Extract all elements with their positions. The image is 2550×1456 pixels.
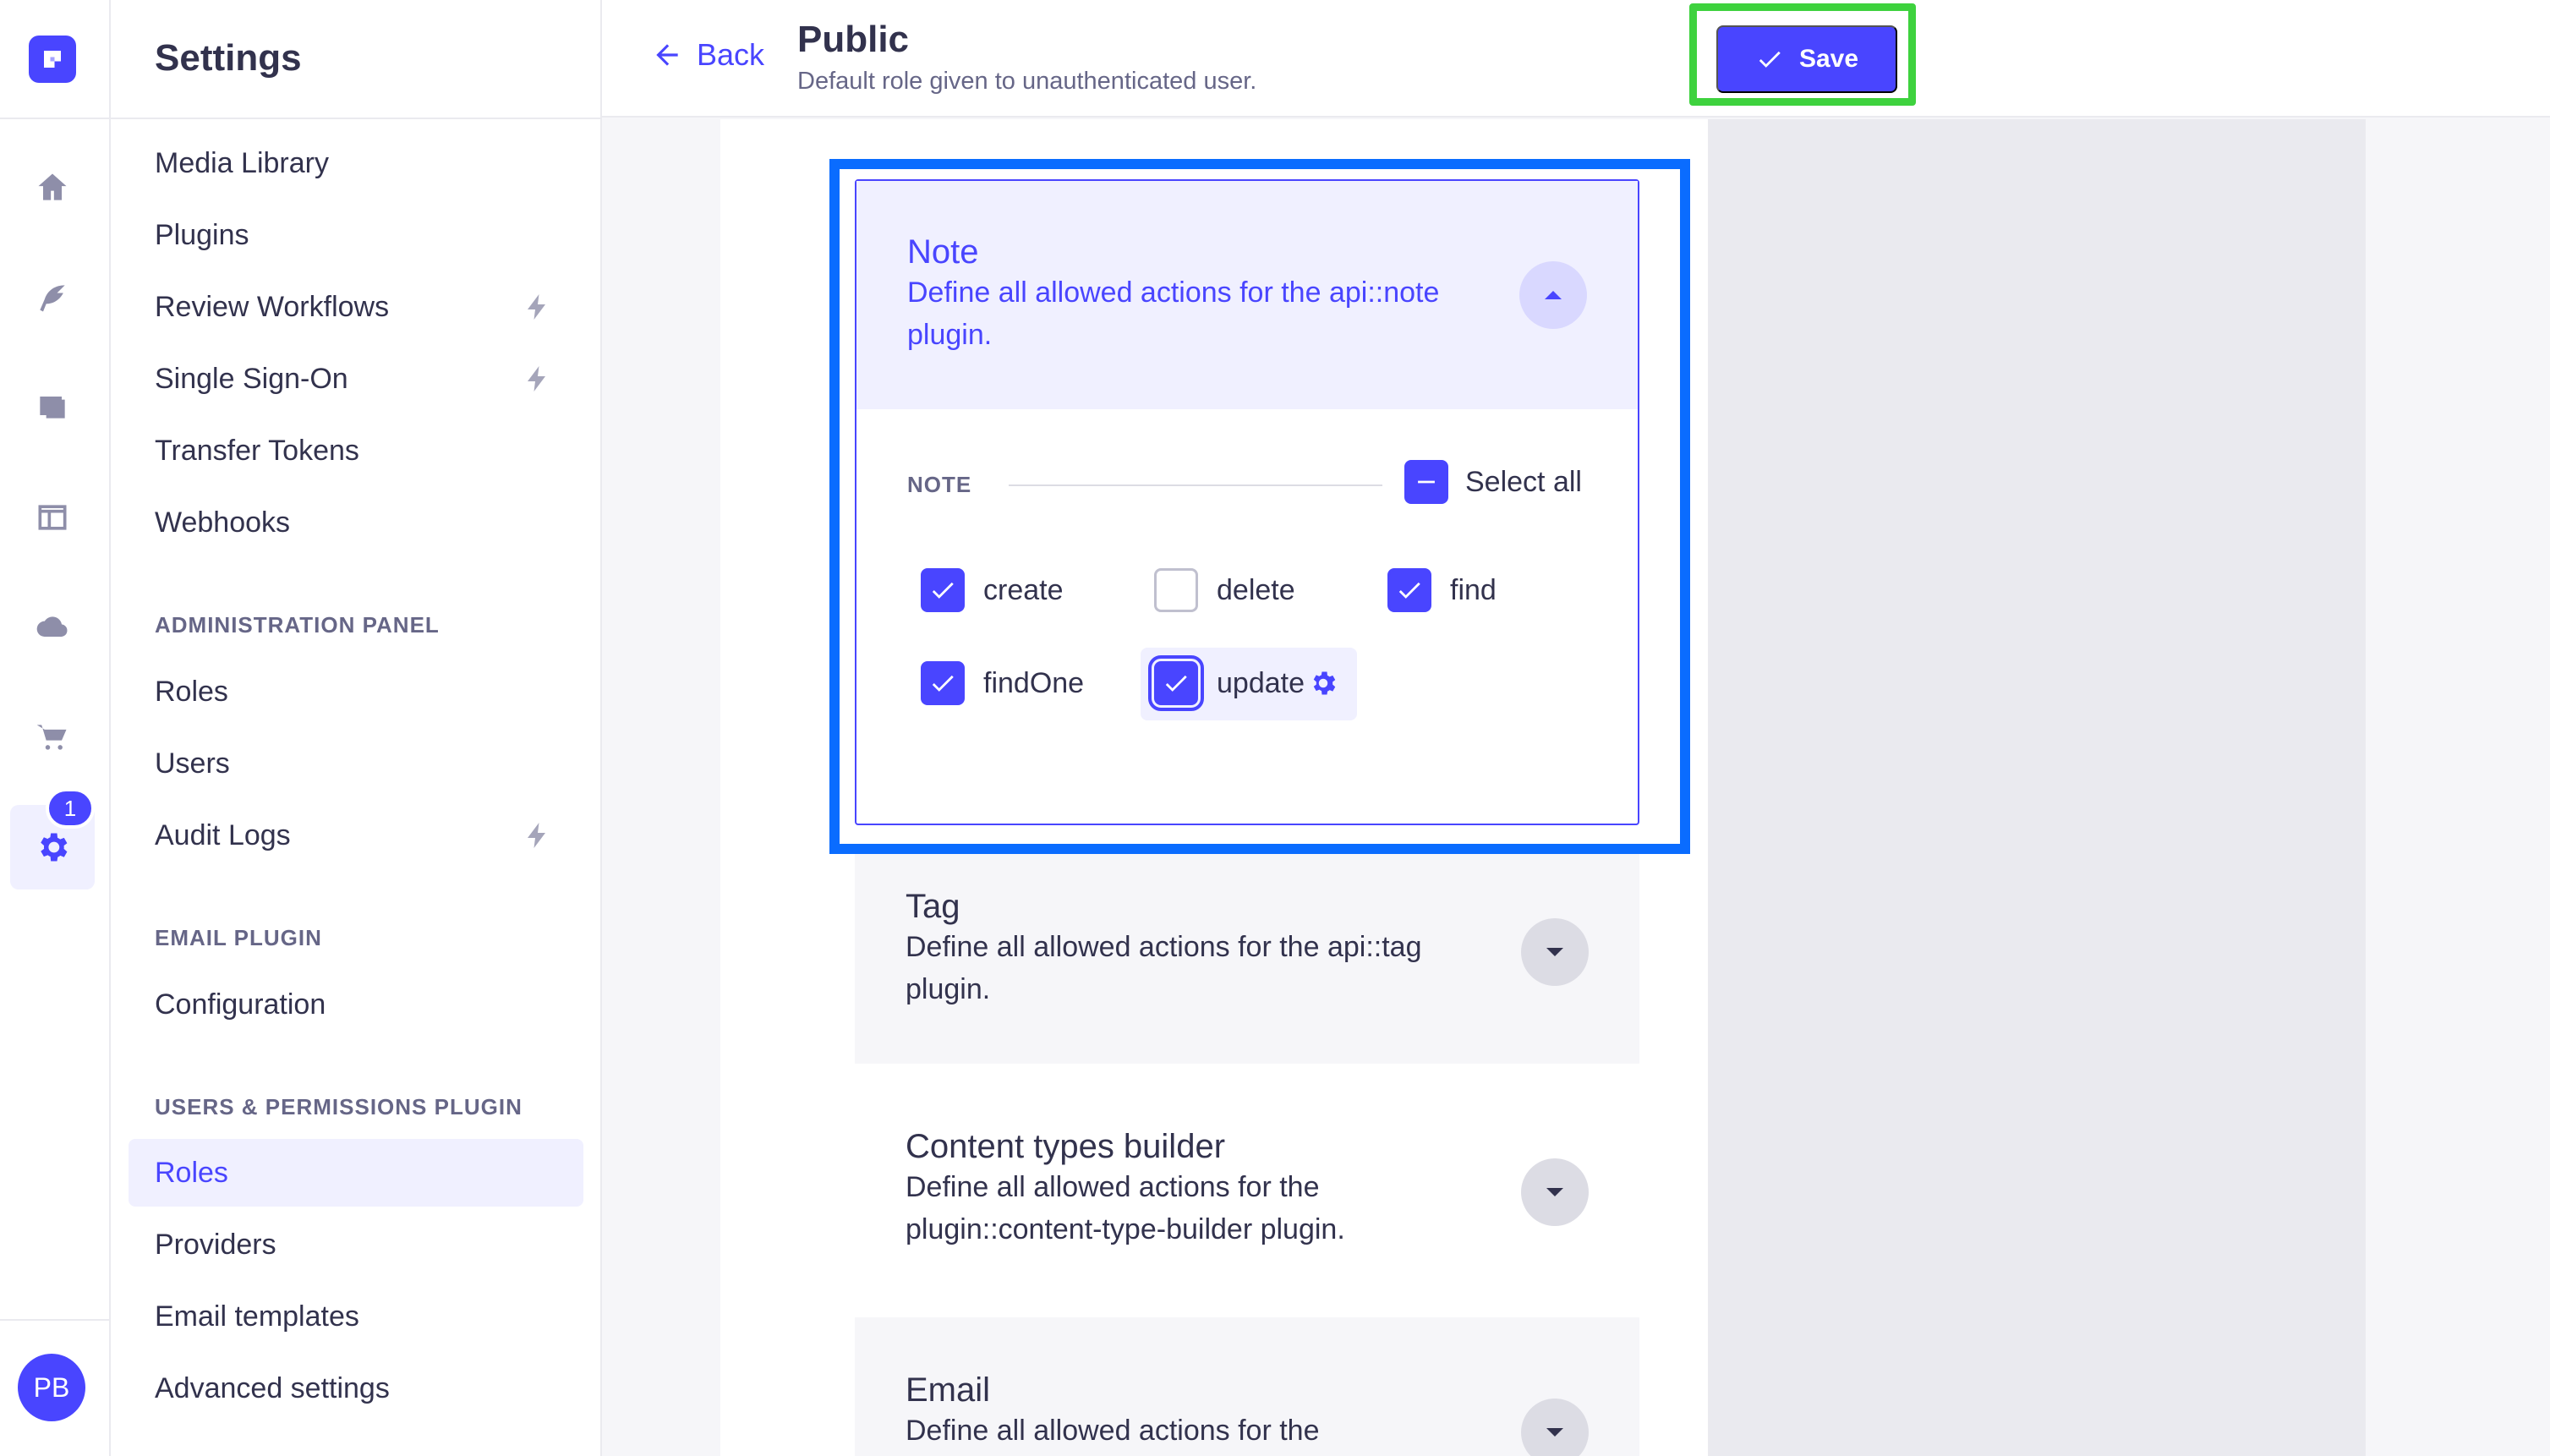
accordion-note-description: Define all allowed actions for the api::…	[907, 276, 1440, 351]
sub-nav-title: Settings	[155, 37, 302, 79]
cog-icon	[1313, 671, 1336, 695]
accordion-tag-header[interactable]: Tag Define all allowed actions for the a…	[855, 854, 1639, 1010]
select-all-label: Select all	[1465, 465, 1582, 498]
note-section-label: NOTE	[907, 472, 972, 497]
nav-up-roles[interactable]: Roles	[129, 1139, 583, 1207]
checkbox-empty-icon[interactable]	[1154, 568, 1198, 612]
section-users-permissions-plugin: USERS & PERMISSIONS PLUGIN	[155, 1094, 523, 1119]
media-icon[interactable]	[10, 364, 95, 448]
nav-single-sign-on[interactable]: Single Sign-On	[129, 345, 583, 413]
nav-admin-roles[interactable]: Roles	[129, 658, 583, 725]
rail-bottom-divider	[0, 1319, 111, 1321]
accordion-email-title: Email	[906, 1371, 991, 1409]
page-title: Public	[797, 19, 910, 60]
check-icon	[1759, 51, 1781, 68]
accordion-ctb-description: Define all allowed actions for the plugi…	[906, 1171, 1345, 1245]
accordion-tag[interactable]: Tag Define all allowed actions for the a…	[855, 854, 1639, 1064]
lightning-icon	[523, 820, 553, 851]
cart-icon[interactable]	[10, 695, 95, 780]
arrow-left-icon	[656, 44, 678, 66]
nav-admin-users[interactable]: Users	[129, 730, 583, 797]
save-button[interactable]: Save	[1716, 25, 1897, 93]
minus-icon[interactable]	[1404, 460, 1448, 504]
nav-media-library[interactable]: Media Library	[129, 129, 583, 197]
accordion-note: Note Define all allowed actions for the …	[855, 179, 1639, 825]
back-label: Back	[697, 37, 765, 72]
nav-single-sign-on-label: Single Sign-On	[155, 362, 348, 395]
select-all-checkbox[interactable]: Select all	[1404, 460, 1582, 504]
nav-audit-logs[interactable]: Audit Logs	[129, 802, 583, 869]
chevron-up-icon[interactable]	[1519, 261, 1587, 329]
nav-webhooks[interactable]: Webhooks	[129, 489, 583, 556]
accordion-email-header[interactable]: Email Define all allowed actions for the	[855, 1317, 1639, 1456]
accordion-tag-description: Define all allowed actions for the api::…	[906, 931, 1422, 1005]
checkbox-checked-icon[interactable]	[921, 568, 965, 612]
back-link[interactable]: Back	[651, 37, 764, 73]
user-avatar[interactable]: PB	[18, 1354, 85, 1421]
rail-divider	[0, 118, 111, 119]
permission-update-label: update	[1217, 666, 1305, 699]
nav-review-workflows[interactable]: Review Workflows	[129, 273, 583, 341]
nav-plugins[interactable]: Plugins	[129, 201, 583, 269]
section-email-plugin: EMAIL PLUGIN	[155, 925, 322, 950]
lightning-icon	[523, 292, 553, 322]
save-label: Save	[1798, 45, 1859, 73]
home-icon[interactable]	[10, 145, 95, 230]
permission-find[interactable]: find	[1387, 568, 1497, 612]
strapi-logo-icon[interactable]	[29, 36, 76, 83]
accordion-ctb-title: Content types builder	[906, 1128, 1226, 1165]
page-header: Back Public Default role given to unauth…	[602, 0, 2550, 118]
accordion-note-title: Note	[907, 233, 979, 271]
permission-details-panel	[1708, 119, 2366, 1456]
accordion-email-description: Define all allowed actions for the	[906, 1415, 1320, 1447]
accordion-email[interactable]: Email Define all allowed actions for the	[855, 1317, 1639, 1456]
chevron-down-icon[interactable]	[1521, 918, 1589, 986]
nav-email-configuration[interactable]: Configuration	[129, 971, 583, 1038]
nav-review-workflows-label: Review Workflows	[155, 290, 390, 323]
lightning-icon	[523, 364, 553, 394]
main-nav-rail: 1 PB	[0, 0, 111, 1456]
cloud-icon[interactable]	[10, 585, 95, 670]
permission-update[interactable]: update	[1148, 655, 1338, 711]
permission-delete-label: delete	[1217, 573, 1295, 606]
page-subtitle: Default role given to unauthenticated us…	[797, 68, 1257, 95]
accordion-ctb-header[interactable]: Content types builder Define all allowed…	[855, 1064, 1639, 1251]
settings-notification-badge: 1	[46, 788, 95, 829]
nav-email-templates[interactable]: Email templates	[129, 1283, 583, 1350]
checkbox-checked-icon[interactable]	[921, 661, 965, 705]
nav-providers[interactable]: Providers	[129, 1211, 583, 1278]
settings-sub-nav: Settings Media Library Plugins Review Wo…	[111, 0, 602, 1456]
permission-find-label: find	[1450, 573, 1497, 606]
nav-audit-logs-label: Audit Logs	[155, 818, 291, 851]
layout-icon[interactable]	[10, 475, 95, 560]
permission-delete[interactable]: delete	[1154, 568, 1295, 612]
permission-create[interactable]: create	[921, 568, 1064, 612]
permission-findone-label: findOne	[983, 666, 1085, 699]
feather-icon[interactable]	[10, 255, 95, 340]
section-divider	[1009, 484, 1382, 486]
nav-transfer-tokens[interactable]: Transfer Tokens	[129, 417, 583, 484]
sub-nav-divider	[111, 118, 600, 119]
permission-findone[interactable]: findOne	[921, 661, 1084, 705]
accordion-content-types-builder[interactable]: Content types builder Define all allowed…	[855, 1064, 1639, 1317]
section-administration-panel: ADMINISTRATION PANEL	[155, 612, 440, 638]
chevron-down-icon[interactable]	[1521, 1158, 1589, 1226]
permission-create-label: create	[983, 573, 1064, 606]
nav-advanced-settings[interactable]: Advanced settings	[129, 1355, 583, 1422]
accordion-tag-title: Tag	[906, 888, 960, 925]
accordion-note-header[interactable]: Note Define all allowed actions for the …	[856, 181, 1638, 409]
checkbox-checked-icon[interactable]	[1387, 568, 1431, 612]
checkbox-checked-icon[interactable]	[1148, 655, 1204, 711]
